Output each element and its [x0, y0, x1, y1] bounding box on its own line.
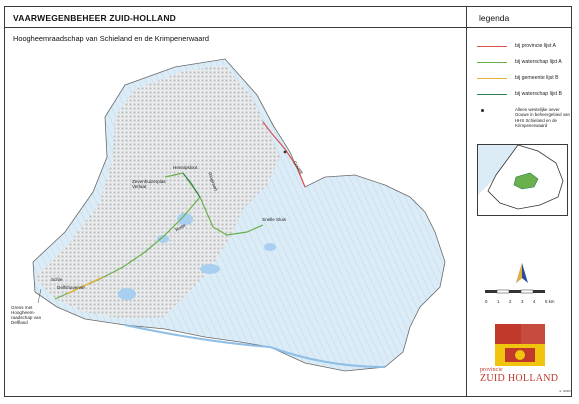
label-snelle-sluis: Snelle Sluis: [262, 217, 287, 222]
legend-panel: legenda bij provincie lijst A bij waters…: [467, 7, 572, 396]
label-grens-delfland: Grens met Hoogheem-raadschap van Delflan…: [11, 305, 42, 325]
note-text: Alleen westelijke oever Gouwe in beheerg…: [515, 107, 570, 129]
legend-swatch: [477, 94, 507, 96]
label-delfshavense: Delfshavense: [57, 285, 85, 290]
legend-swatch: [477, 78, 507, 80]
lake: [264, 243, 276, 251]
legend-title: legenda: [479, 13, 510, 23]
legend-swatch: [477, 46, 507, 48]
scale-label: 2: [509, 299, 512, 304]
map-frame: VAARWEGENBEHEER ZUID-HOLLAND Hoogheemraa…: [5, 7, 467, 396]
legend-label: bij gemeente lijst B: [515, 75, 559, 81]
legend-item: bij gemeente lijst B: [477, 75, 569, 83]
lake: [200, 264, 220, 274]
scale-label: 0: [485, 299, 488, 304]
locator-inset-map: [477, 144, 568, 216]
scale-label: 5 km: [545, 299, 555, 304]
legend-label: bij provincie lijst A: [515, 43, 556, 49]
scale-bar: [485, 289, 545, 294]
region-map: [32, 58, 446, 372]
legend-item: bij waterschap lijst B: [477, 91, 569, 99]
legend-swatch: [477, 62, 507, 64]
map-code: nr. 00000: [559, 389, 571, 393]
legend-label: bij waterschap lijst B: [515, 91, 562, 97]
scale-label: 4: [533, 299, 536, 304]
lake: [118, 288, 136, 300]
inset-map-graphic: [478, 145, 567, 215]
gouwe-marker: [283, 150, 287, 154]
scale-label: 1: [497, 299, 500, 304]
scale-label: 3: [521, 299, 524, 304]
legend-item: bij provincie lijst A: [477, 43, 569, 51]
north-arrow-icon: [516, 263, 528, 283]
legend-divider: [467, 27, 572, 28]
label-hennipsloot: Hennipsloot: [173, 165, 198, 170]
legend-label: bij waterschap lijst A: [515, 59, 562, 65]
note-marker-icon: [481, 109, 484, 112]
logo-text-zuid-holland: ZUID HOLLAND: [480, 373, 559, 384]
legend-item: bij waterschap lijst A: [477, 59, 569, 67]
label-schie: Schie: [51, 277, 63, 282]
map-sheet: VAARWEGENBEHEER ZUID-HOLLAND Hoogheemraa…: [4, 6, 572, 397]
label-zevenhuizerplas: Zevenhuizerplas Verlaat: [132, 179, 166, 189]
